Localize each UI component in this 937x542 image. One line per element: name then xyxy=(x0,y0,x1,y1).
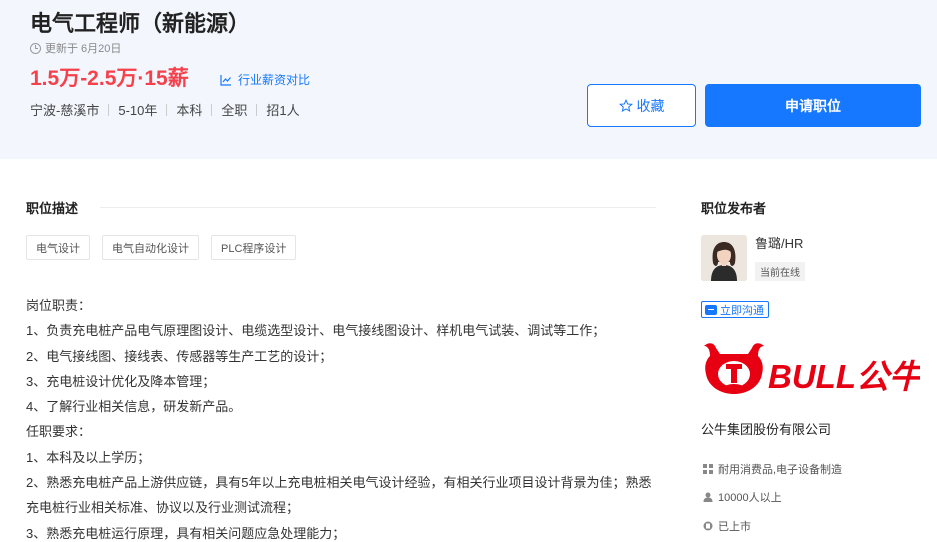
job-description-title: 职位描述 xyxy=(26,201,79,216)
clock-icon xyxy=(30,42,41,54)
star-icon xyxy=(618,98,633,112)
salary: 1.5万-2.5万·15薪 xyxy=(30,67,189,90)
company-stage-text: 已上市 xyxy=(718,521,751,533)
company-industry: 耐用消费品,电子设备制造 xyxy=(703,461,842,477)
description-line: 2、熟悉充电桩产品上游供应链，具有5年以上充电桩相关电气设计经验，有相关行业项目… xyxy=(26,475,652,516)
skill-tag: PLC程序设计 xyxy=(211,235,297,260)
publisher-title: 职位发布者 xyxy=(701,201,767,216)
divider xyxy=(108,103,110,116)
job-experience: 5-10年 xyxy=(118,103,158,118)
person-avatar-icon xyxy=(701,235,747,281)
skill-tag: 电气自动化设计 xyxy=(102,235,199,260)
trend-chart-icon xyxy=(220,74,231,86)
description-line: 3、充电桩设计优化及降本管理； xyxy=(26,373,216,389)
job-headcount: 招1人 xyxy=(266,103,300,118)
description-line: 1、本科及以上学历； xyxy=(26,449,151,465)
job-title: 电气工程师（新能源） xyxy=(30,11,251,36)
favorite-button[interactable]: 收藏 xyxy=(587,84,696,127)
apply-button[interactable]: 申请职位 xyxy=(705,84,921,127)
salary-compare-link[interactable]: 行业薪资对比 xyxy=(220,71,310,88)
description-line: 岗位职责： xyxy=(26,298,92,313)
company-size: 10000人以上 xyxy=(703,489,782,505)
job-type: 全职 xyxy=(221,103,248,118)
chat-icon xyxy=(705,304,717,315)
description-line: 2、电气接线图、接线表、传感器等生产工艺的设计； xyxy=(26,348,333,364)
chat-now-label: 立即沟通 xyxy=(720,304,764,317)
online-status-badge: 当前在线 xyxy=(755,262,805,281)
recruiter-avatar[interactable] xyxy=(701,235,747,281)
company-stage: 已上市 xyxy=(703,518,751,534)
divider xyxy=(166,103,168,116)
company-industry-text: 耐用消费品,电子设备制造 xyxy=(718,464,843,476)
logo-text: BULL公牛 xyxy=(768,358,920,395)
chat-now-button[interactable]: 立即沟通 xyxy=(701,301,769,318)
company-logo[interactable]: BULL公牛 xyxy=(700,340,920,398)
person-icon xyxy=(703,492,713,502)
description-line: 任职要求： xyxy=(26,424,92,440)
salary-compare-label: 行业薪资对比 xyxy=(238,73,311,87)
job-header: 电气工程师（新能源） 更新于 6月20日 1.5万-2.5万·15薪 行业薪资对… xyxy=(0,0,937,159)
skill-tags: 电气设计 电气自动化设计 PLC程序设计 xyxy=(26,235,297,260)
job-description-text: 岗位职责： 1、负责充电桩产品电气原理图设计、电缆选型设计、电气接线图设计、样机… xyxy=(26,293,656,542)
listing-icon xyxy=(703,521,713,531)
update-time-text: 更新于 6月20日 xyxy=(45,43,122,55)
job-meta: 宁波-慈溪市 5-10年 本科 全职 招1人 xyxy=(30,100,300,119)
divider xyxy=(256,103,258,116)
grid-icon xyxy=(703,464,713,474)
recruiter-name: 鲁璐/HR xyxy=(755,236,804,251)
job-education: 本科 xyxy=(176,103,203,118)
section-divider xyxy=(100,207,656,208)
description-line: 4、了解行业相关信息，研发新产品。 xyxy=(26,399,242,415)
description-line: 1、负责充电桩产品电气原理图设计、电缆选型设计、电气接线图设计、样机电气试装、调… xyxy=(26,323,606,339)
skill-tag: 电气设计 xyxy=(26,235,90,260)
description-line: 3、熟悉充电桩运行原理，具有相关问题应急处理能力； xyxy=(26,525,346,541)
job-location: 宁波-慈溪市 xyxy=(30,103,100,118)
favorite-label: 收藏 xyxy=(636,97,665,114)
company-name[interactable]: 公牛集团股份有限公司 xyxy=(701,419,831,438)
company-size-text: 10000人以上 xyxy=(718,492,782,504)
divider xyxy=(211,103,213,116)
update-time: 更新于 6月20日 xyxy=(30,40,121,56)
